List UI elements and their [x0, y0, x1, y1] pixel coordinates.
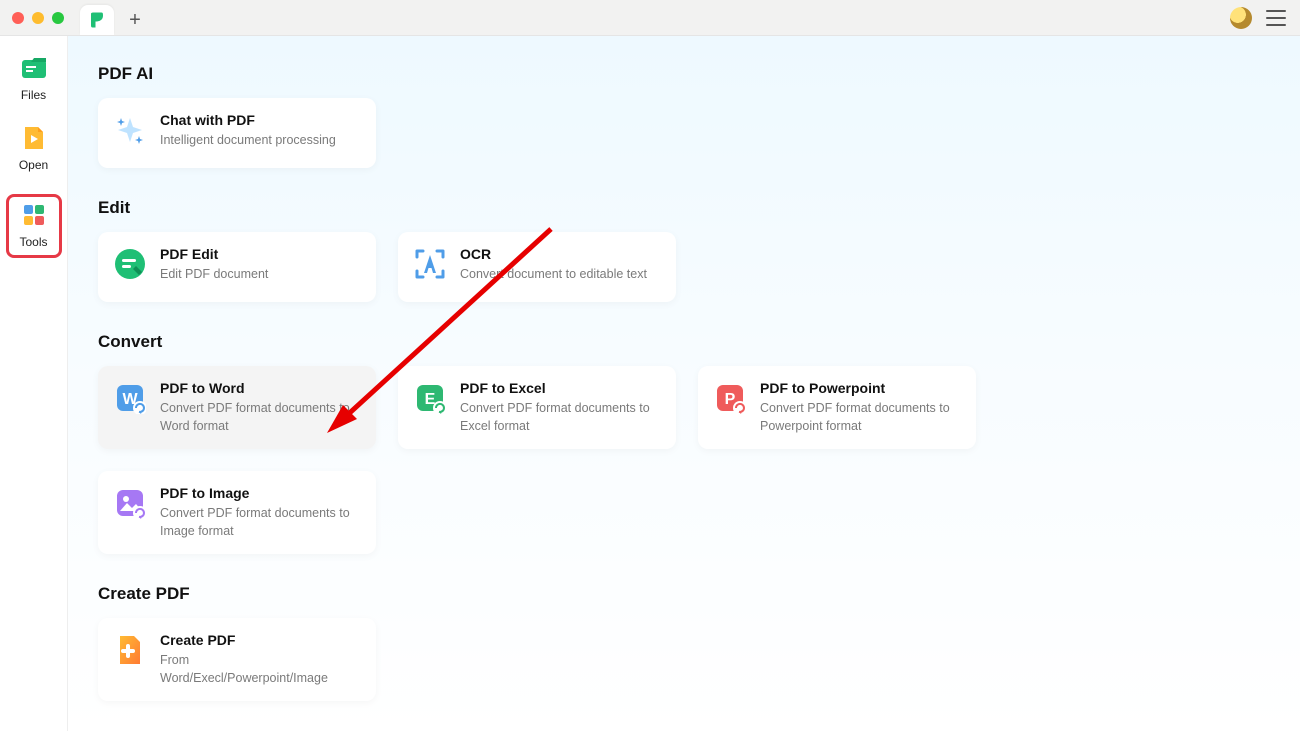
tools-icon	[20, 201, 48, 229]
card-subtitle: Convert PDF format documents to Image fo…	[160, 505, 360, 540]
ai-sparkle-icon	[114, 114, 146, 146]
maximize-window-button[interactable]	[52, 12, 64, 24]
files-icon	[20, 54, 48, 82]
card-subtitle: Convert PDF format documents to Excel fo…	[460, 400, 660, 435]
card-create-pdf[interactable]: Create PDF From Word/Execl/Powerpoint/Im…	[98, 618, 376, 701]
sidebar-item-label: Tools	[19, 235, 47, 249]
card-title: Create PDF	[160, 632, 360, 648]
card-title: PDF to Powerpoint	[760, 380, 960, 396]
tab-strip: +	[80, 0, 152, 35]
sidebar-item-tools[interactable]: Tools	[6, 194, 62, 258]
app-logo-icon	[88, 11, 106, 29]
card-subtitle: Intelligent document processing	[160, 132, 336, 150]
card-pdf-to-powerpoint[interactable]: P PDF to Powerpoint Convert PDF format d…	[698, 366, 976, 449]
card-pdf-to-word[interactable]: W PDF to Word Convert PDF format documen…	[98, 366, 376, 449]
card-title: Chat with PDF	[160, 112, 336, 128]
card-subtitle: Convert PDF format documents to Word for…	[160, 400, 360, 435]
card-pdf-to-excel[interactable]: E PDF to Excel Convert PDF format docume…	[398, 366, 676, 449]
sidebar: Files Open Tools	[0, 36, 68, 731]
card-title: PDF to Word	[160, 380, 360, 396]
create-pdf-icon	[114, 634, 146, 666]
card-chat-with-pdf[interactable]: Chat with PDF Intelligent document proce…	[98, 98, 376, 168]
card-subtitle: Edit PDF document	[160, 266, 268, 284]
tab-home[interactable]	[80, 5, 114, 35]
card-subtitle: Convert document to editable text	[460, 266, 647, 284]
titlebar: +	[0, 0, 1300, 36]
section-heading-pdfai: PDF AI	[98, 64, 1270, 84]
window-controls	[12, 12, 64, 24]
minimize-window-button[interactable]	[32, 12, 44, 24]
card-subtitle: From Word/Execl/Powerpoint/Image	[160, 652, 360, 687]
section-heading-convert: Convert	[98, 332, 1270, 352]
profile-avatar[interactable]	[1230, 7, 1252, 29]
sidebar-item-label: Open	[19, 158, 48, 172]
pdf-edit-icon	[114, 248, 146, 280]
close-window-button[interactable]	[12, 12, 24, 24]
card-title: PDF to Image	[160, 485, 360, 501]
card-title: PDF to Excel	[460, 380, 660, 396]
word-icon: W	[114, 382, 146, 414]
menu-button[interactable]	[1266, 10, 1286, 26]
card-title: OCR	[460, 246, 647, 262]
section-heading-edit: Edit	[98, 198, 1270, 218]
card-subtitle: Convert PDF format documents to Powerpoi…	[760, 400, 960, 435]
new-tab-button[interactable]: +	[118, 5, 152, 35]
card-pdf-to-image[interactable]: PDF to Image Convert PDF format document…	[98, 471, 376, 554]
section-heading-create: Create PDF	[98, 584, 1270, 604]
sidebar-item-files[interactable]: Files	[6, 54, 62, 102]
main-content: PDF AI Chat with PDF Intelligent documen…	[68, 36, 1300, 731]
sidebar-item-open[interactable]: Open	[6, 124, 62, 172]
open-icon	[20, 124, 48, 152]
card-title: PDF Edit	[160, 246, 268, 262]
image-icon	[114, 487, 146, 519]
card-pdf-edit[interactable]: PDF Edit Edit PDF document	[98, 232, 376, 302]
ocr-icon	[414, 248, 446, 280]
excel-icon: E	[414, 382, 446, 414]
sidebar-item-label: Files	[21, 88, 46, 102]
card-ocr[interactable]: OCR Convert document to editable text	[398, 232, 676, 302]
powerpoint-icon: P	[714, 382, 746, 414]
